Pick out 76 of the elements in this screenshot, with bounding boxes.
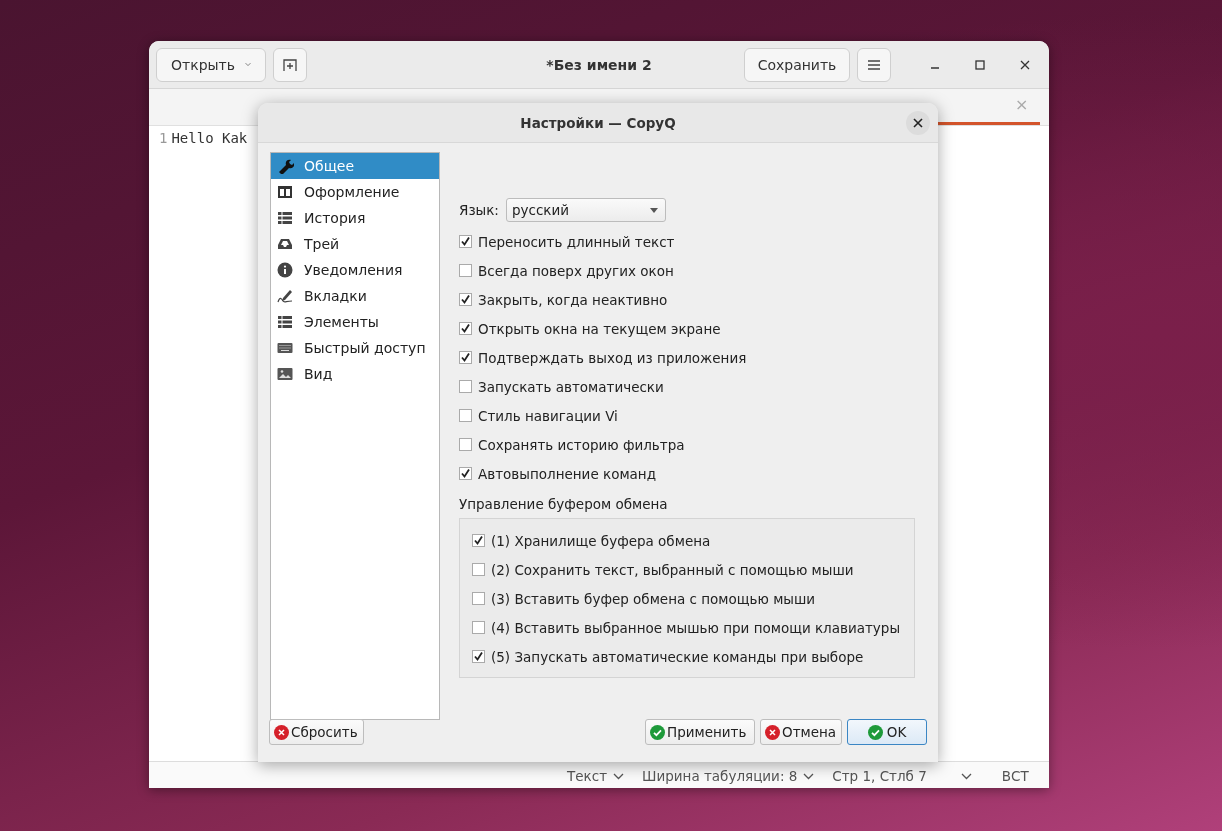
checkbox[interactable] <box>459 264 472 277</box>
status-label[interactable]: Текст <box>567 768 607 784</box>
pencil-icon <box>276 288 294 304</box>
sidebar-item[interactable]: Трей <box>271 231 439 257</box>
tray-icon <box>276 236 294 252</box>
check-circle-icon <box>867 724 883 740</box>
new-tab-button[interactable] <box>273 47 307 82</box>
checkbox[interactable] <box>459 380 472 393</box>
sidebar-item[interactable]: Общее <box>271 153 439 179</box>
checkbox-label[interactable]: Подтверждать выход из приложения <box>478 349 747 366</box>
window-title: *Без имени 2 <box>546 56 652 73</box>
checkbox[interactable] <box>459 409 472 422</box>
close-icon[interactable] <box>1020 59 1030 70</box>
columns-icon <box>276 184 294 200</box>
dialog-title: Настройки — CopyQ <box>520 114 676 131</box>
new-tab-icon <box>283 57 297 72</box>
checkbox[interactable] <box>459 351 472 364</box>
checkbox[interactable] <box>459 235 472 248</box>
sidebar-item[interactable]: Вид <box>271 361 439 387</box>
keyboard-icon <box>276 340 294 356</box>
dropdown-arrow-icon <box>649 207 658 213</box>
list-icon <box>276 210 294 226</box>
sidebar-item[interactable]: Вкладки <box>271 283 439 309</box>
editor-text: Hello Kak <box>171 130 248 148</box>
checkbox-label[interactable]: Переносить длинный текст <box>478 233 675 250</box>
open-button[interactable]: Открыть <box>156 47 266 82</box>
dialog-button[interactable]: OK <box>847 719 927 745</box>
sidebar-item[interactable]: Оформление <box>271 179 439 205</box>
close-icon <box>913 118 923 128</box>
checkbox-label[interactable]: (1) Хранилище буфера обмена <box>491 532 711 549</box>
checkbox[interactable] <box>472 563 485 576</box>
sidebar-item[interactable]: Элементы <box>271 309 439 335</box>
checkbox[interactable] <box>472 621 485 634</box>
language-dropdown[interactable]: русский <box>505 198 666 222</box>
checkbox-label[interactable]: (2) Сохранить текст, выбранный с помощью мыши <box>491 561 854 578</box>
checkbox[interactable] <box>459 438 472 451</box>
checkbox-label[interactable]: Автовыполнение команд <box>478 465 656 482</box>
sidebar-item[interactable]: Быстрый доступ <box>271 335 439 361</box>
image-icon <box>276 366 294 382</box>
checkbox-label[interactable]: Всегда поверх других окон <box>478 262 674 279</box>
checkbox-label[interactable]: Закрыть, когда неактивно <box>478 291 668 308</box>
checkbox[interactable] <box>459 467 472 480</box>
checkbox-label[interactable]: Запускать автоматически <box>478 378 664 395</box>
checkbox-label[interactable]: (3) Вставить буфер обмена с помощью мыши <box>491 590 816 607</box>
chevron-down-icon <box>245 61 251 68</box>
status-label[interactable]: Стр 1, Стлб 7 <box>832 768 927 784</box>
checkbox-label[interactable]: (5) Запускать автоматические команды при выборе <box>491 648 864 665</box>
menu-icon <box>868 59 880 70</box>
checkbox-label[interactable]: Стиль навигации Vi <box>478 407 618 424</box>
close-button[interactable] <box>906 111 930 135</box>
line-number: 1 <box>159 130 168 148</box>
checkbox[interactable] <box>472 534 485 547</box>
cancel-icon <box>765 724 780 740</box>
status-label[interactable]: Ширина табуляции: 8 <box>642 768 798 784</box>
language-label: Язык: <box>459 202 499 218</box>
menu-button[interactable] <box>857 47 891 82</box>
maximize-icon[interactable] <box>975 59 985 70</box>
dialog-button[interactable]: Сбросить <box>269 719 364 745</box>
info-icon <box>276 262 294 278</box>
save-button[interactable]: Сохранить <box>744 47 850 82</box>
checkbox-label[interactable]: Сохранять историю фильтра <box>478 436 685 453</box>
status-label[interactable]: ВСТ <box>1001 768 1029 784</box>
checkbox[interactable] <box>472 592 485 605</box>
group-title: Управление буфером обмена <box>459 496 668 512</box>
checkbox-label[interactable]: Открыть окна на текущем экране <box>478 320 721 337</box>
list-icon <box>276 314 294 330</box>
checkbox[interactable] <box>459 322 472 335</box>
check-circle-icon <box>650 724 665 740</box>
dialog-button[interactable]: Применить <box>645 719 755 745</box>
checkbox-label[interactable]: (4) Вставить выбранное мышью при помощи клавиатуры <box>491 619 901 636</box>
cancel-icon <box>274 724 289 740</box>
sidebar-item[interactable]: История <box>271 205 439 231</box>
sidebar-item[interactable]: Уведомления <box>271 257 439 283</box>
checkbox[interactable] <box>459 293 472 306</box>
checkbox[interactable] <box>472 650 485 663</box>
dialog-button[interactable]: Отмена <box>760 719 842 745</box>
